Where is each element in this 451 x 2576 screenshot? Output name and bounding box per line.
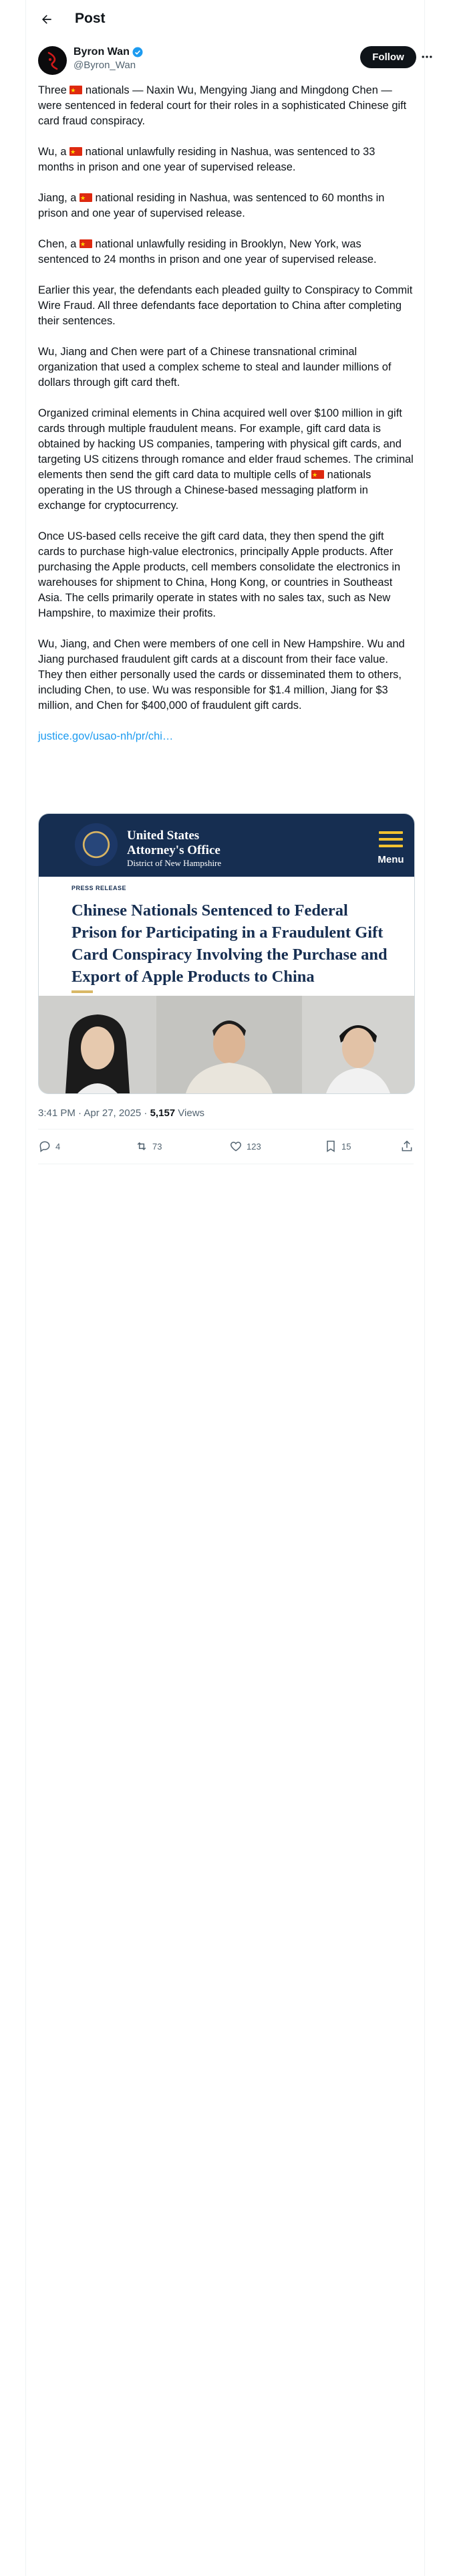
repost-button[interactable]: 73 [135, 1133, 162, 1160]
post-column: Post Byron Wan @Byron_Wan Follow Three n… [25, 0, 432, 2576]
card-body: PRESS RELEASE Chinese Nationals Sentence… [39, 877, 414, 996]
defendant-photos [39, 996, 414, 1093]
back-button[interactable] [35, 8, 58, 31]
tweet-link[interactable]: justice.gov/usao-nh/pr/chi… [38, 730, 173, 742]
like-icon [230, 1142, 242, 1152]
menu-button: Menu [374, 829, 408, 867]
tweet-paragraph: Wu, Jiang, and Chen were members of one … [38, 638, 405, 712]
reply-icon [39, 1141, 50, 1152]
tweet-paragraph: Once US-based cells receive the gift car… [38, 530, 401, 619]
tweet-paragraph: Three nationals — Naxin Wu, Mengying Jia… [38, 83, 414, 129]
share-icon [402, 1140, 412, 1152]
link-preview-card[interactable]: United States Attorney's Office District… [38, 813, 415, 1094]
tweet-paragraph: Organized criminal elements in China acq… [38, 406, 414, 514]
menu-label: Menu [378, 854, 404, 865]
avatar-image [47, 51, 58, 70]
back-arrow-icon [42, 15, 51, 24]
page-title: Post [75, 11, 106, 26]
defendant-photo [302, 996, 414, 1093]
flag-icon [79, 191, 92, 207]
flag-icon [69, 145, 83, 160]
author-info: Byron Wan @Byron_Wan [73, 45, 144, 72]
author-handle[interactable]: @Byron_Wan [73, 59, 144, 72]
more-icon [422, 56, 432, 58]
defendant-photo [156, 996, 302, 1093]
tweet-paragraph: Chen, a national unlawfully residing in … [38, 237, 414, 267]
bookmark-button[interactable]: 15 [324, 1133, 351, 1160]
follow-button[interactable]: Follow [360, 46, 416, 68]
repost-icon [137, 1142, 146, 1151]
avatar[interactable] [38, 46, 67, 75]
like-button[interactable]: 123 [229, 1133, 261, 1160]
office-title: United States Attorney's Office [127, 829, 220, 857]
action-bar: 4 73 123 15 [38, 1133, 414, 1160]
tweet-paragraph: Wu, Jiang and Chen were part of a Chines… [38, 346, 392, 389]
flag-icon [69, 84, 83, 99]
tweet-paragraph: Wu, a national unlawfully residing in Na… [38, 144, 414, 175]
tweet-text: Three nationals — Naxin Wu, Mengying Jia… [38, 83, 414, 760]
more-button[interactable] [419, 49, 435, 65]
flag-icon [79, 237, 92, 253]
defendant-photo [39, 996, 156, 1093]
office-district: District of New Hampshire [127, 858, 222, 868]
top-bar: Post [26, 0, 424, 39]
doj-seal-logo [75, 823, 118, 866]
bookmark-icon [327, 1140, 335, 1152]
view-count: 5,157 [150, 1107, 176, 1119]
flag-icon [311, 468, 325, 484]
verified-badge-icon [132, 47, 143, 58]
share-button[interactable] [400, 1133, 414, 1160]
press-headline: Chinese Nationals Sentenced to Federal P… [71, 901, 388, 986]
press-release-label: PRESS RELEASE [71, 885, 127, 891]
tweet-paragraph: Earlier this year, the defendants each p… [38, 284, 413, 327]
card-header: United States Attorney's Office District… [39, 814, 414, 877]
reply-button[interactable]: 4 [38, 1133, 60, 1160]
author-name[interactable]: Byron Wan [73, 45, 130, 59]
post-timestamp: 3:41 PM · Apr 27, 2025 · 5,157 Views [38, 1107, 205, 1119]
divider [38, 1129, 414, 1130]
divider [71, 990, 93, 993]
tweet-paragraph: Jiang, a national residing in Nashua, wa… [38, 191, 414, 221]
